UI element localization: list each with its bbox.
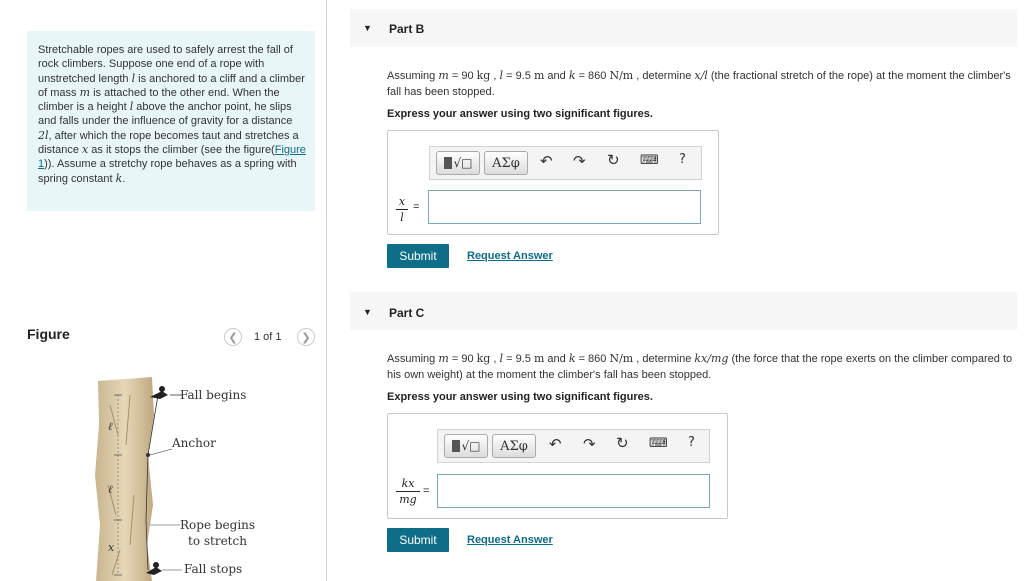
- part-b-equals: =: [413, 201, 420, 213]
- reset-icon[interactable]: ↻: [607, 151, 620, 169]
- part-b-math-toolbar: √□ ΑΣφ: [429, 146, 702, 180]
- part-b-question: Assuming m = 90 kg , l = 9.5 m and k = 8…: [387, 69, 1011, 98]
- undo-icon[interactable]: ↶: [540, 152, 553, 170]
- part-b-header[interactable]: [350, 9, 1017, 47]
- template-icon[interactable]: √□: [444, 434, 488, 458]
- collapse-triangle-icon[interactable]: ▼: [363, 23, 372, 33]
- anchor-point: [146, 453, 150, 457]
- figure-pager-text: 1 of 1: [254, 331, 282, 343]
- part-c-header[interactable]: [350, 292, 1017, 330]
- greek-symbols-button[interactable]: ΑΣφ: [484, 151, 528, 175]
- part-c-fraction: kx mg: [396, 477, 420, 506]
- part-c-answer-input[interactable]: [437, 474, 710, 508]
- side-label-l1: ℓ: [108, 420, 113, 433]
- part-c-request-answer-link[interactable]: Request Answer: [467, 534, 553, 546]
- part-b-submit-button[interactable]: Submit: [387, 244, 449, 268]
- label-fall-begins: Fall begins: [180, 388, 246, 402]
- undo-icon[interactable]: ↶: [549, 435, 562, 453]
- side-label-x: x: [108, 541, 115, 554]
- part-b-answer-input[interactable]: [428, 190, 701, 224]
- label-anchor: Anchor: [171, 436, 216, 450]
- help-icon[interactable]: ?: [688, 435, 695, 450]
- keyboard-icon[interactable]: ⌨: [640, 153, 659, 168]
- part-b-request-answer-link[interactable]: Request Answer: [467, 250, 553, 262]
- label-fall-stops: Fall stops: [184, 562, 242, 576]
- side-label-l2: ℓ: [108, 483, 113, 496]
- chevron-right-icon[interactable]: ❯: [297, 328, 315, 346]
- cliff-face: [95, 377, 154, 581]
- chevron-left-icon[interactable]: ❮: [224, 328, 242, 346]
- column-divider: [326, 0, 327, 581]
- redo-icon[interactable]: ↷: [583, 435, 596, 453]
- part-c-submit-button[interactable]: Submit: [387, 528, 449, 552]
- part-b-fraction: xl: [396, 195, 408, 224]
- label-rope-begins: Rope begins: [180, 518, 255, 532]
- part-b-title: Part B: [389, 22, 425, 36]
- part-c-math-toolbar: √□ ΑΣφ: [437, 429, 710, 463]
- reset-icon[interactable]: ↻: [616, 434, 629, 452]
- help-icon[interactable]: ?: [679, 152, 686, 167]
- label-to-stretch: to stretch: [188, 534, 247, 548]
- part-c-title: Part C: [389, 306, 425, 320]
- part-c-equals: =: [423, 485, 430, 497]
- redo-icon[interactable]: ↷: [573, 152, 586, 170]
- keyboard-icon[interactable]: ⌨: [649, 436, 668, 451]
- part-c-instruction: Express your answer using two significan…: [387, 391, 653, 403]
- climber-figure: ℓ ℓ x Fall begins Anchor Rope begins to …: [95, 377, 255, 581]
- template-icon[interactable]: √□: [436, 151, 480, 175]
- problem-text: Stretchable ropes are used to safely arr…: [38, 44, 306, 185]
- greek-symbols-button[interactable]: ΑΣφ: [492, 434, 536, 458]
- collapse-triangle-icon[interactable]: ▼: [363, 307, 372, 317]
- part-c-question: Assuming m = 90 kg , l = 9.5 m and k = 8…: [387, 352, 1013, 381]
- part-b-instruction: Express your answer using two significan…: [387, 108, 653, 120]
- figure-heading: Figure: [27, 326, 70, 342]
